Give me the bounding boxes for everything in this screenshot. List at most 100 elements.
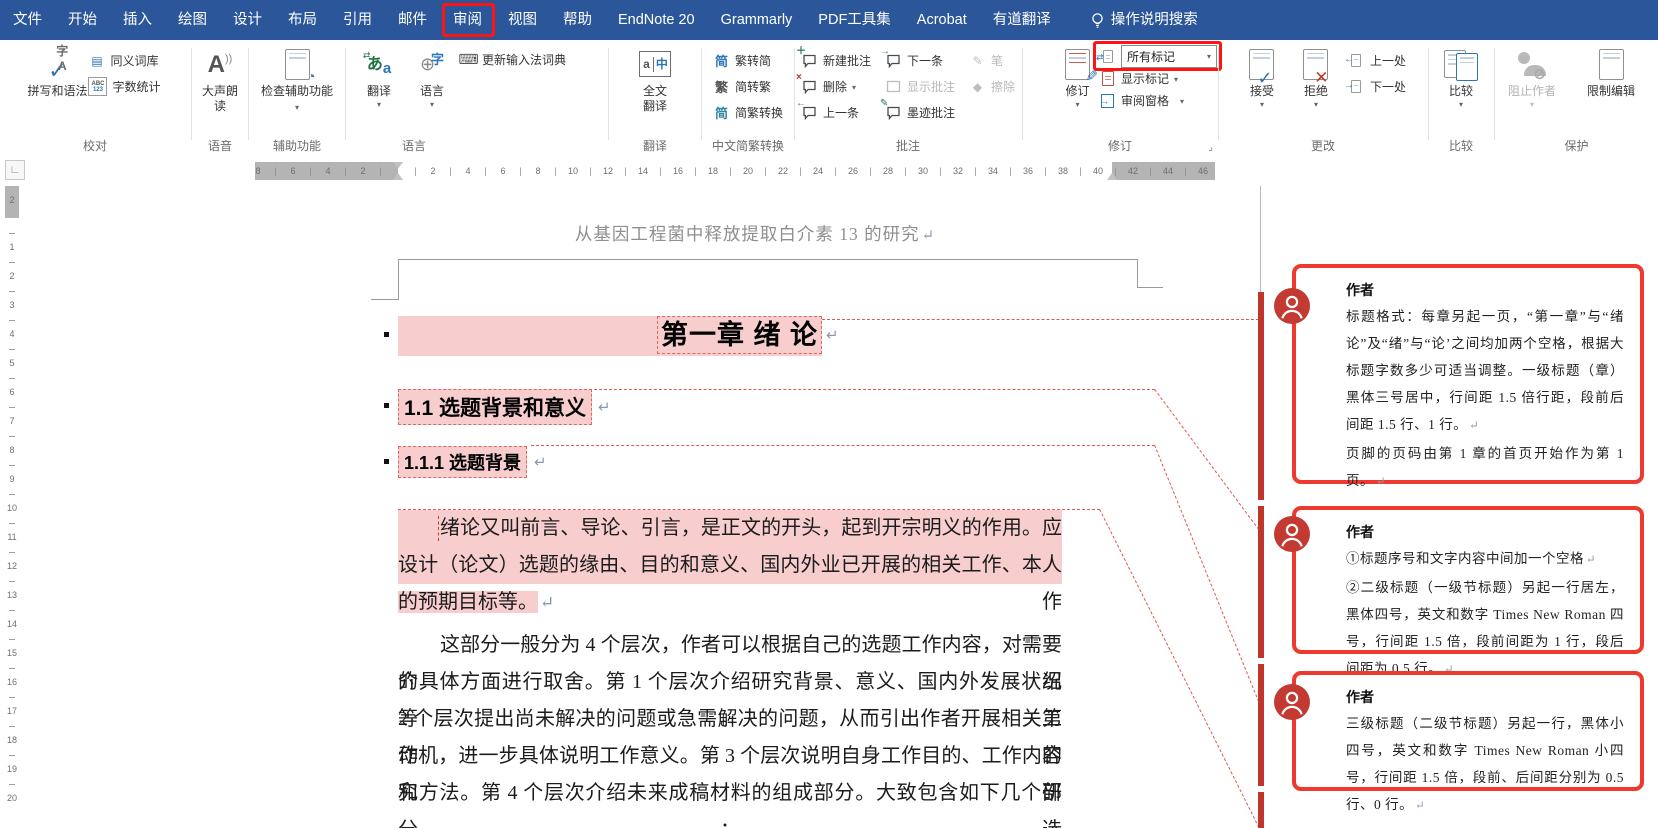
tab-grammarly[interactable]: Grammarly: [708, 0, 806, 40]
paragraph-line[interactable]: 这部分一般分为 4 个层次，作者可以根据自己的选题工作内容，对需要介绍: [398, 627, 1062, 664]
tab-design[interactable]: 设计: [220, 0, 275, 40]
comment-connector-line: [1154, 389, 1259, 530]
paragraph-line[interactable]: 究方法。第 4 个层次介绍未来成稿材料的组成部分。大致包含如下几个部分：选: [398, 775, 1062, 812]
read-aloud-icon: A )): [208, 46, 233, 82]
ruler-tick-label: 19: [5, 764, 19, 774]
full-text-translate-button[interactable]: a中 全文翻译: [627, 45, 683, 135]
paragraph-line[interactable]: 设计（论文）选题的缘由、目的和意义、国内外业已开展的相关工作、本人工作: [398, 547, 1062, 584]
heading1-highlight[interactable]: 第一章 绪 论: [398, 316, 822, 356]
tracking-dialog-launcher[interactable]: ⌟: [1208, 142, 1213, 153]
word-count-button[interactable]: ABC123 字数统计: [88, 78, 160, 95]
tab-view[interactable]: 视图: [495, 0, 550, 40]
reject-button[interactable]: ✕ 拒绝 ▾: [1294, 45, 1338, 135]
page-header-text[interactable]: 从基因工程菌中释放提取白介素 13 的研究↵: [398, 221, 1112, 246]
comment-balloon[interactable]: 作者 标题格式：每章另起一页，“第一章”与“绪论”及“绪”与“论’之间均加两个空…: [1292, 264, 1644, 484]
thesaurus-icon: ▤: [88, 52, 105, 69]
paragraph-line[interactable]: 2 个层次提出尚未解决的问题或急需解决的问题，从而引出作者开展相关工作的: [398, 701, 1062, 738]
pen-icon: ✎: [969, 52, 986, 69]
paragraph-line[interactable]: 的预期目标等。↵: [398, 584, 1062, 621]
tell-me-search[interactable]: 操作说明搜索: [1109, 0, 1211, 40]
ruler-tick: |: [624, 165, 626, 177]
tab-file[interactable]: 文件: [0, 0, 55, 40]
next-change-button[interactable]: → 下一处: [1348, 78, 1406, 95]
previous-comment-icon: ←: [801, 104, 818, 121]
tab-references[interactable]: 引用: [330, 0, 385, 40]
tab-home[interactable]: 开始: [55, 0, 110, 40]
ruler-tick: [9, 668, 15, 669]
ruler-tick: [9, 349, 15, 350]
restrict-editing-button[interactable]: 限制编辑: [1581, 45, 1641, 135]
ruler-tick-label: 8: [5, 445, 19, 455]
traditional-to-simplified-button[interactable]: 简 繁转简: [713, 52, 783, 69]
pilcrow-mark: ↵: [1586, 554, 1596, 566]
ruler-tick-label: 18: [708, 165, 718, 177]
ruler-tick: [9, 465, 15, 466]
ruler-tick-label: 36: [1023, 165, 1033, 177]
block-authors-icon: ⊘: [1518, 46, 1546, 82]
tab-help[interactable]: 帮助: [550, 0, 605, 40]
convert-button[interactable]: 简 简繁转换: [713, 104, 783, 121]
ruler-tick: [9, 697, 15, 698]
ink-comment-button[interactable]: ✎ 墨迹批注: [885, 104, 955, 121]
first-line-indent-marker[interactable]: [393, 162, 403, 169]
ruler-tick-label: 4: [465, 165, 470, 177]
markup-select-dropdown[interactable]: 所有标记 ▾: [1121, 45, 1217, 68]
heading3-text[interactable]: 1.1.1 选题背景: [398, 446, 527, 478]
ruler-tick: [9, 378, 15, 379]
group-protect: ⊘ 阻止作者 ▾ 限制编辑 保护: [1495, 40, 1658, 155]
thesaurus-button[interactable]: ▤ 同义词库: [88, 52, 160, 69]
ruler-tick-label: 28: [883, 165, 893, 177]
spelling-grammar-button[interactable]: 字A ✓ 拼写和语法: [29, 45, 85, 135]
ruler-tick: |: [309, 165, 311, 177]
translate-button[interactable]: あ a ⇄ 翻译 ▾: [354, 45, 404, 135]
comment-balloon[interactable]: 作者 ①标题序号和文字内容中间加一个空格↵ ②二级标题（一级节标题）另起一行居左…: [1292, 506, 1644, 654]
tab-mailings[interactable]: 邮件: [385, 0, 440, 40]
language-button[interactable]: ⊕ 字 语言 ▾: [407, 45, 457, 135]
new-comment-button[interactable]: ＋ 新建批注: [801, 52, 871, 69]
read-aloud-button[interactable]: A )) 大声朗读: [192, 45, 248, 135]
accept-button[interactable]: ✓ 接受 ▾: [1240, 45, 1284, 135]
track-changes-button[interactable]: ✎ 修订 ▾: [1059, 45, 1096, 135]
ruler-tick-label: 6: [5, 387, 19, 397]
show-markup-button[interactable]: 显示标记 ▾: [1099, 70, 1217, 87]
paragraph-line[interactable]: 绪论又叫前言、导论、引言，是正文的开头，起到开宗明义的作用。应说明: [398, 510, 1062, 547]
update-ime-dictionary-button[interactable]: ⌨ 更新输入法词典: [460, 51, 566, 68]
check-accessibility-button[interactable]: ◔ 检查辅助功能 ▾: [259, 45, 335, 135]
ruler-tick-label: 17: [5, 706, 19, 716]
chevron-down-icon: ▾: [1459, 100, 1463, 109]
ruler-tick-label: 42: [1128, 165, 1138, 177]
tab-insert[interactable]: 插入: [110, 0, 165, 40]
reviewing-pane-button[interactable]: → 审阅窗格 ▾: [1099, 92, 1217, 109]
tab-endnote[interactable]: EndNote 20: [605, 0, 708, 40]
ruler-tick: [9, 494, 15, 495]
compare-button[interactable]: 比较 ▾: [1437, 45, 1485, 135]
tab-stop-selector[interactable]: ∟: [5, 160, 25, 180]
tab-acrobat[interactable]: Acrobat: [904, 0, 980, 40]
paragraph-line[interactable]: 的具体方面进行取舍。第 1 个层次介绍研究背景、意义、国内外发展状况等。第: [398, 664, 1062, 701]
delete-comment-button[interactable]: × 删除 ▾: [801, 78, 871, 95]
simplified-to-traditional-button[interactable]: 繁 简转繁: [713, 78, 783, 95]
tab-pdf-tools[interactable]: PDF工具集: [805, 0, 904, 40]
paragraph-line[interactable]: 动机，进一步具体说明工作意义。第 3 个层次说明自身工作目的、工作内容和研: [398, 738, 1062, 775]
next-comment-button[interactable]: → 下一条: [885, 52, 955, 69]
ruler-tick-label: 16: [673, 165, 683, 177]
ruler-tick: |: [519, 165, 521, 177]
ruler-tick: [9, 639, 15, 640]
hanging-indent-marker[interactable]: [393, 173, 403, 180]
comment-connector-line: [1154, 445, 1259, 702]
ruler-tick-label: 2: [5, 271, 19, 281]
previous-change-button[interactable]: ← 上一处: [1348, 52, 1406, 69]
tab-review[interactable]: 审阅: [440, 0, 495, 40]
ruler-tick: |: [834, 165, 836, 177]
tab-youdao-translate[interactable]: 有道翻译: [980, 0, 1064, 40]
page-right-edge: [1260, 186, 1261, 292]
heading2-text[interactable]: 1.1 选题背景和意义: [398, 389, 592, 425]
ruler-tick-label: 24: [813, 165, 823, 177]
ruler-tick: |: [1009, 165, 1011, 177]
ruler-tick-label: 44: [1163, 165, 1173, 177]
tab-draw[interactable]: 绘图: [165, 0, 220, 40]
comment-balloon[interactable]: 作者 三级标题（二级节标题）另起一行，黑体小四号，英文和数字 Times New…: [1292, 671, 1644, 791]
previous-comment-button[interactable]: ← 上一条: [801, 104, 871, 121]
tab-layout[interactable]: 布局: [275, 0, 330, 40]
new-comment-icon: ＋: [801, 52, 818, 69]
